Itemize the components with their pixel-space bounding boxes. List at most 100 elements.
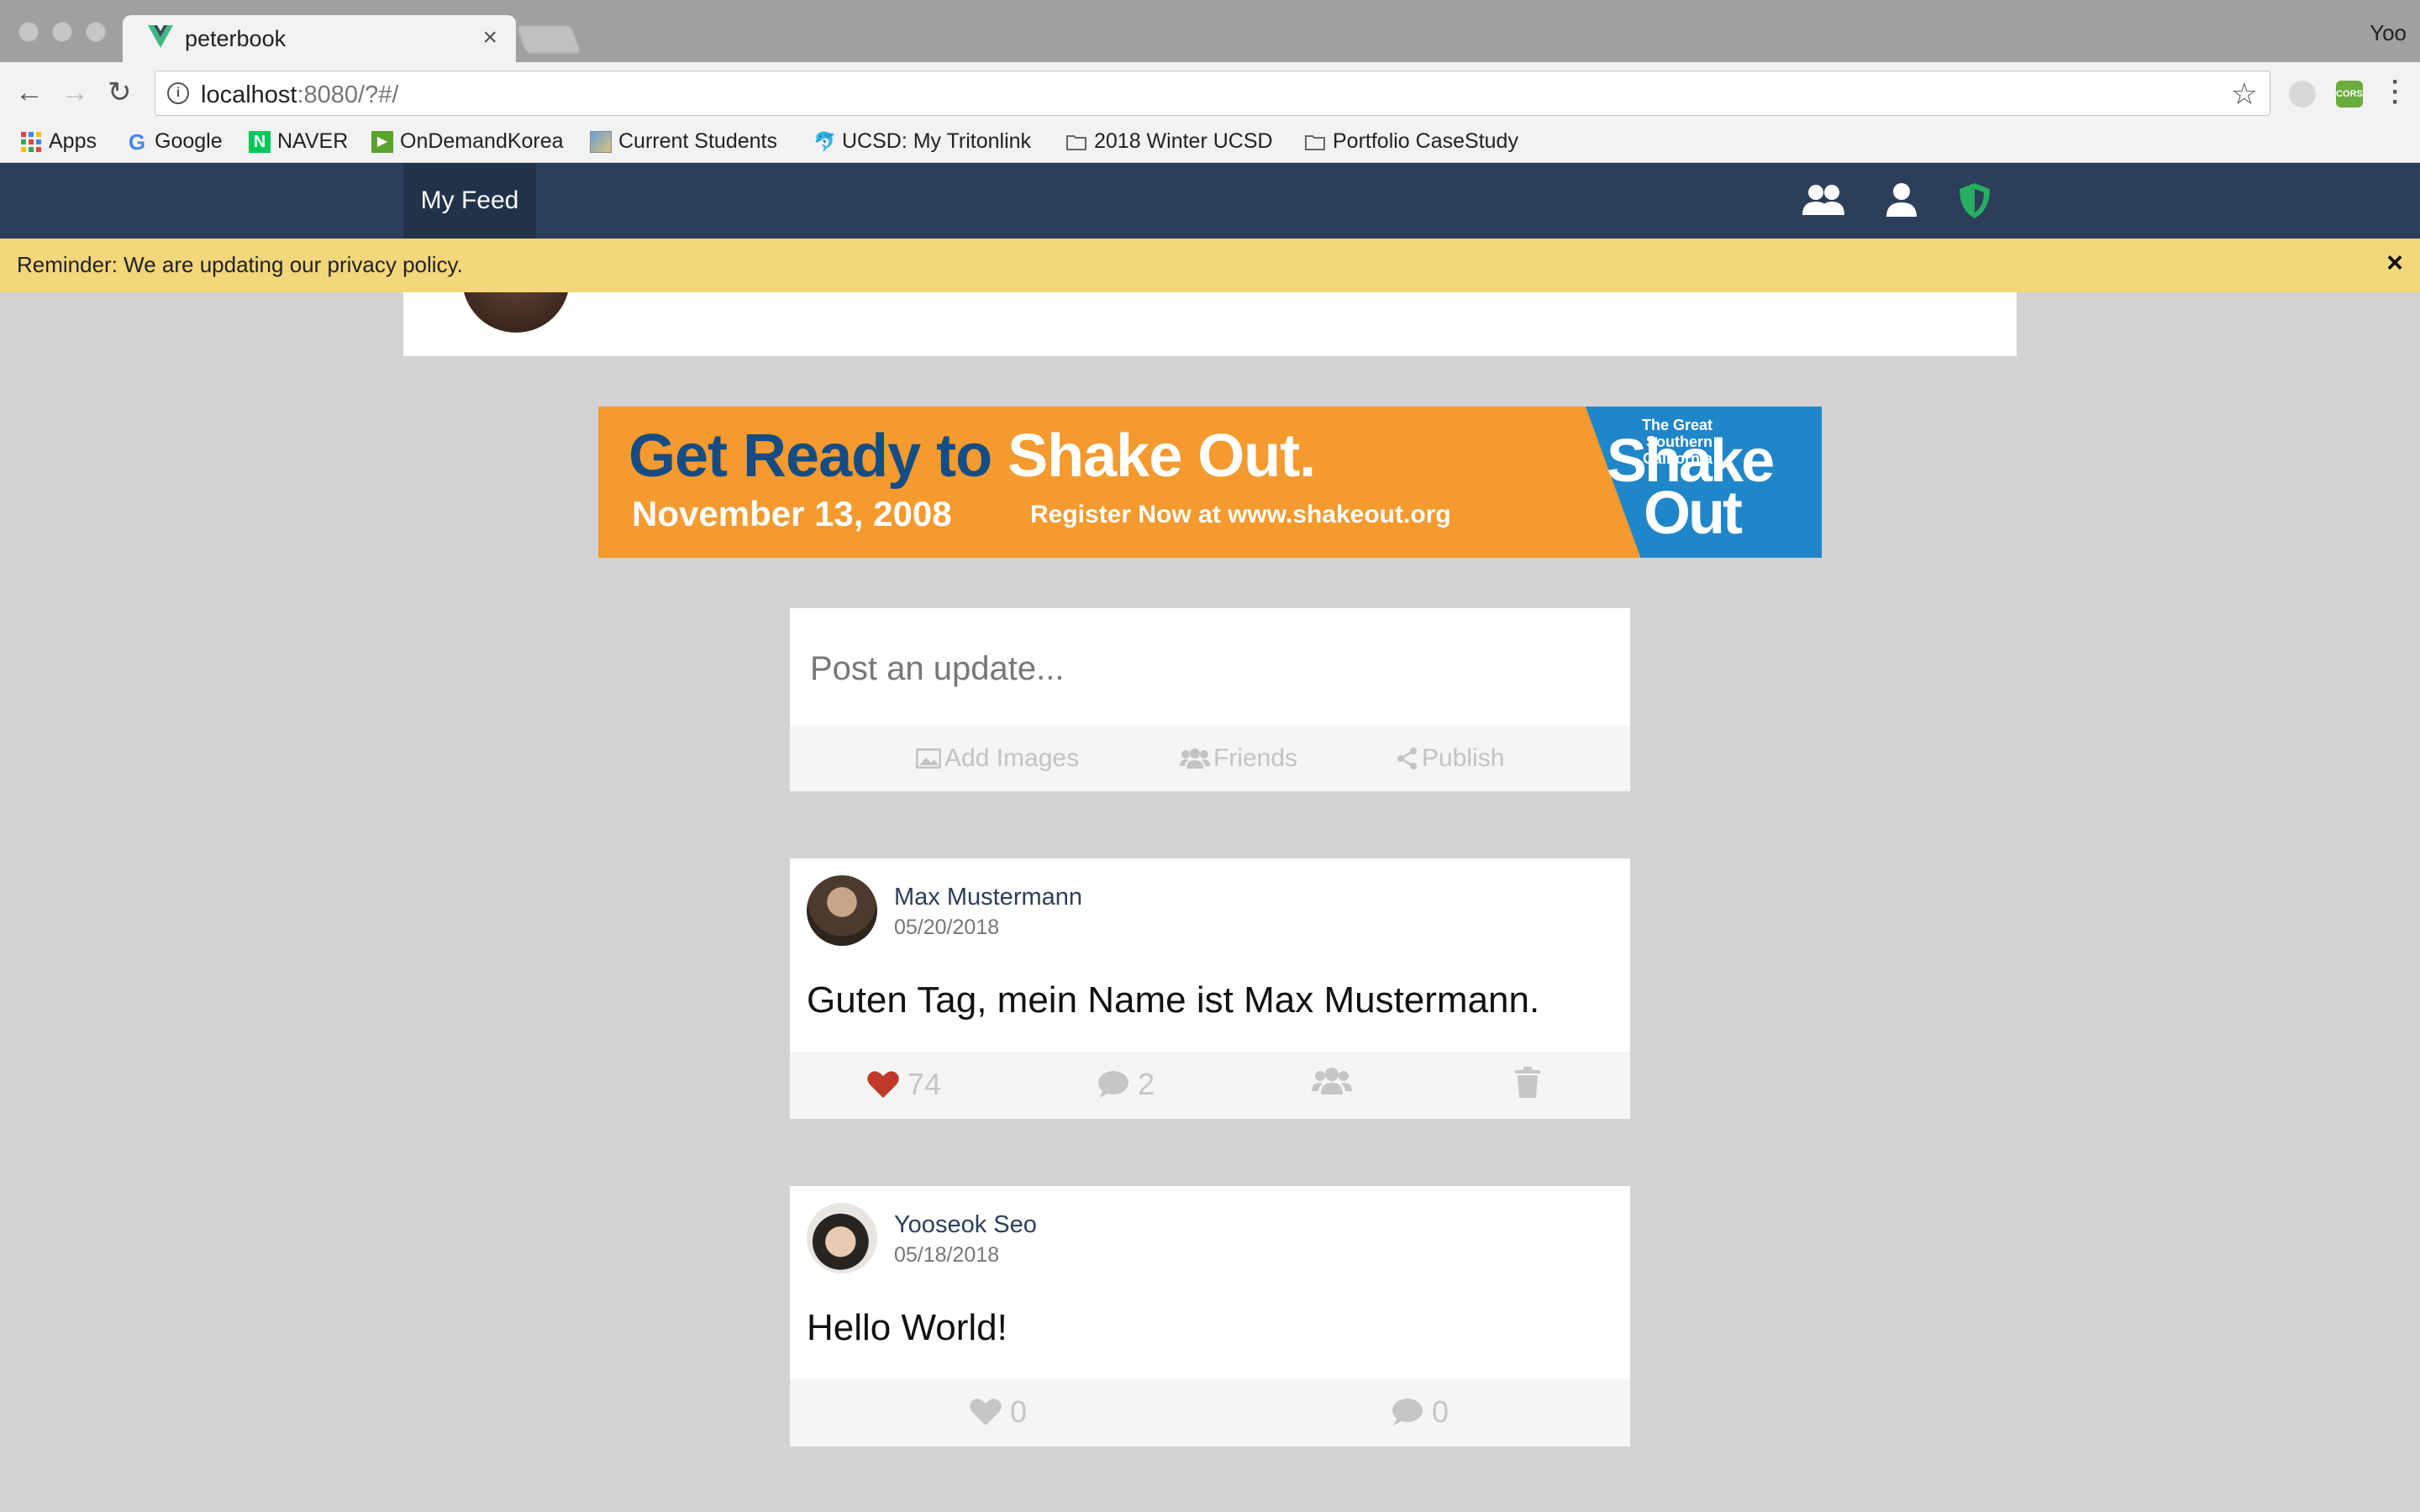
google-icon: G	[128, 129, 146, 155]
heart-icon	[970, 1399, 1002, 1425]
window-zoom-button[interactable]	[86, 22, 106, 42]
heart-icon	[867, 1071, 899, 1098]
like-button[interactable]: 0	[970, 1394, 1027, 1430]
avatar[interactable]	[807, 875, 877, 946]
avatar[interactable]	[807, 1203, 877, 1273]
browser-menu-icon[interactable]: · · ·	[2391, 70, 2400, 115]
banner-text: Reminder: We are updating our privacy po…	[17, 252, 463, 277]
window-minimize-button[interactable]	[52, 22, 72, 42]
bookmark-label: Google	[155, 129, 223, 153]
add-images-button[interactable]: Add Images	[916, 744, 1079, 773]
bookmark-label: Current Students	[618, 129, 777, 153]
bookmark-current-students[interactable]: Current Students	[590, 129, 777, 154]
friends-icon[interactable]	[1802, 181, 1845, 218]
post-date: 05/20/2018	[894, 916, 1000, 939]
folder-icon	[1305, 134, 1325, 150]
image-icon	[916, 748, 941, 769]
like-count: 0	[1010, 1394, 1028, 1429]
reload-icon[interactable]: ↻	[108, 76, 132, 109]
tab-title: peterbook	[185, 26, 287, 51]
bookmark-google[interactable]: G Google	[126, 129, 223, 154]
comment-count: 2	[1138, 1067, 1155, 1101]
profile-avatar[interactable]	[462, 292, 570, 333]
post-date: 05/18/2018	[894, 1243, 1000, 1267]
friends-icon	[1312, 1068, 1352, 1095]
friends-icon	[1180, 748, 1210, 769]
tab-close-button[interactable]: ×	[482, 24, 497, 52]
vue-logo-icon	[148, 25, 173, 48]
composer-actions: Add Images Friends Publish	[790, 726, 1630, 791]
banner-close-button[interactable]: ×	[2386, 247, 2403, 280]
publish-button[interactable]: Publish	[1397, 744, 1504, 773]
feed-post: Yooseok Seo 05/18/2018 Hello World! 0 0	[790, 1186, 1630, 1446]
user-icon[interactable]	[1886, 181, 1918, 218]
ad-headline: Get Ready to Shake Out.	[629, 423, 1316, 490]
shield-icon[interactable]	[1958, 181, 1991, 220]
share-icon	[1397, 748, 1417, 769]
browser-tab-bar: peterbook × Yoo	[0, 0, 2420, 62]
comment-count: 0	[1432, 1394, 1449, 1429]
bookmarks-bar: Apps G Google N NAVER ▶ OnDemandKorea Cu…	[0, 124, 2420, 163]
bookmark-naver[interactable]: N NAVER	[249, 129, 348, 154]
new-tab-button[interactable]	[515, 25, 582, 54]
shakeout-ad-banner[interactable]: Get Ready to Shake Out. November 13, 200…	[598, 407, 1822, 558]
current-students-icon	[590, 130, 612, 153]
post-text: Hello World!	[807, 1307, 1007, 1348]
post-author[interactable]: Max Mustermann	[894, 884, 1082, 911]
bookmark-folder-winter-ucsd[interactable]: 2018 Winter UCSD	[1065, 129, 1273, 154]
site-info-icon[interactable]: i	[167, 82, 189, 104]
comment-button[interactable]: 2	[1096, 1067, 1155, 1102]
bookmark-star-icon[interactable]: ☆	[2231, 76, 2258, 112]
bookmark-folder-portfolio[interactable]: Portfolio CaseStudy	[1304, 129, 1518, 154]
comment-icon	[1098, 1071, 1128, 1098]
post-text: Guten Tag, mein Name ist Max Mustermann.	[807, 979, 1540, 1021]
post-update-input[interactable]: Post an update...	[810, 650, 1064, 688]
trash-icon	[1515, 1067, 1540, 1098]
url-text[interactable]: localhost:8080/?#/	[201, 81, 398, 109]
browser-tab-active[interactable]: peterbook ×	[123, 15, 516, 62]
forward-arrow-icon[interactable]: →	[60, 76, 89, 109]
post-actions: 0 0	[790, 1379, 1630, 1446]
bookmark-label: Apps	[49, 129, 97, 153]
comment-icon	[1392, 1399, 1423, 1425]
naver-icon: N	[249, 130, 271, 153]
ad-logo-wordmark: Shake Out	[1607, 428, 1775, 547]
tritonlink-icon: 🐬	[813, 130, 837, 152]
friends-visibility-button[interactable]: Friends	[1180, 744, 1297, 773]
bookmark-label: NAVER	[277, 129, 349, 153]
folder-icon	[1066, 134, 1086, 150]
bookmark-label: OnDemandKorea	[400, 129, 564, 153]
post-composer: Post an update... Add Images Friends Pub…	[790, 608, 1630, 791]
profile-header-card	[403, 292, 2017, 356]
window-close-button[interactable]	[18, 22, 39, 42]
ad-register-text: Register Now at www.shakeout.org	[1030, 501, 1451, 528]
bookmark-label: 2018 Winter UCSD	[1094, 129, 1273, 153]
publish-label: Publish	[1422, 744, 1505, 772]
audience-button[interactable]	[1311, 1067, 1353, 1095]
browser-profile-name[interactable]: Yoo	[2370, 20, 2407, 46]
add-images-label: Add Images	[944, 744, 1080, 772]
friends-label: Friends	[1213, 744, 1298, 772]
address-bar[interactable]: i localhost:8080/?#/ ☆	[155, 71, 2270, 116]
browser-toolbar: ← → ↻ i localhost:8080/?#/ ☆ CORS · · ·	[0, 62, 2420, 124]
nav-my-feed[interactable]: My Feed	[403, 163, 536, 239]
like-count: 74	[908, 1067, 942, 1101]
bookmark-apps[interactable]: Apps	[20, 129, 97, 154]
bookmark-label: UCSD: My Tritonlink	[842, 129, 1032, 153]
apps-grid-icon	[21, 131, 41, 152]
ad-date: November 13, 2008	[632, 494, 952, 533]
back-arrow-icon[interactable]: ←	[15, 76, 44, 109]
feed-post: Max Mustermann 05/20/2018 Guten Tag, mei…	[790, 858, 1630, 1119]
bookmark-ondemandkorea[interactable]: ▶ OnDemandKorea	[371, 129, 564, 154]
extension-icon[interactable]	[2289, 81, 2316, 108]
bookmark-tritonlink[interactable]: 🐬 UCSD: My Tritonlink	[813, 129, 1031, 154]
cors-extension-icon[interactable]: CORS	[2336, 81, 2363, 108]
delete-button[interactable]	[1514, 1067, 1541, 1099]
comment-button[interactable]: 0	[1390, 1394, 1449, 1430]
post-author[interactable]: Yooseok Seo	[894, 1211, 1037, 1239]
bookmark-label: Portfolio CaseStudy	[1333, 129, 1518, 153]
app-navbar: My Feed	[0, 163, 2420, 239]
ondemandkorea-icon: ▶	[371, 130, 393, 153]
like-button[interactable]: 74	[867, 1067, 941, 1102]
privacy-reminder-banner: Reminder: We are updating our privacy po…	[0, 239, 2420, 292]
